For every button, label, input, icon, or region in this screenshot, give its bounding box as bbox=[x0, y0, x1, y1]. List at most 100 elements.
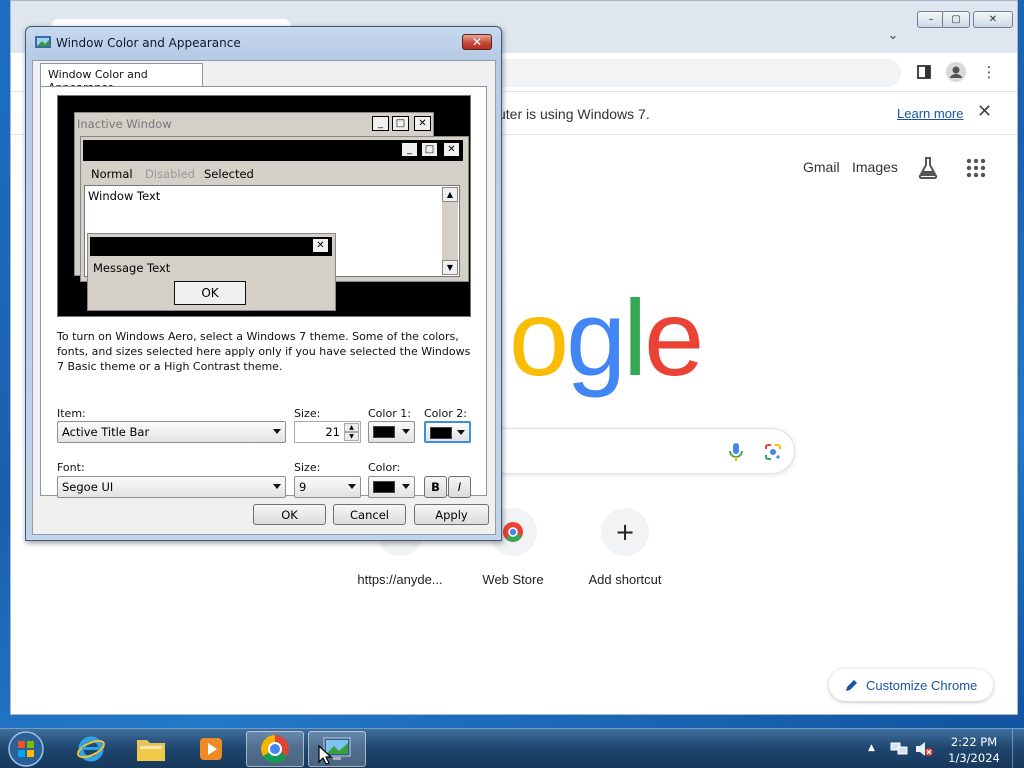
font-size-select[interactable]: 9 bbox=[294, 476, 361, 498]
maximize-icon: □ bbox=[392, 116, 409, 131]
font-label: Font: bbox=[57, 461, 85, 474]
taskbar-personalization[interactable] bbox=[308, 731, 366, 767]
dialog-body: Window Color and Appearance Inactive Win… bbox=[32, 60, 496, 535]
apply-button[interactable]: Apply bbox=[414, 504, 489, 525]
taskbar-clock[interactable]: 2:22 PM 1/3/2024 bbox=[944, 734, 1004, 766]
volume-muted-icon[interactable] bbox=[914, 741, 934, 757]
gmail-link[interactable]: Gmail bbox=[803, 159, 840, 175]
network-icon[interactable] bbox=[890, 741, 908, 757]
show-hidden-icons-icon[interactable]: ▲ bbox=[868, 743, 875, 753]
chevron-down-icon bbox=[457, 430, 465, 435]
add-shortcut-tile[interactable]: + bbox=[601, 508, 649, 556]
active-title-bar: _ □ ✕ bbox=[83, 140, 463, 161]
font-value: Segoe UI bbox=[62, 480, 114, 494]
shortcut-label[interactable]: Add shortcut bbox=[565, 572, 685, 587]
voice-search-icon[interactable] bbox=[727, 442, 745, 462]
color1-label: Color 1: bbox=[368, 407, 411, 420]
tab-window-color-appearance[interactable]: Window Color and Appearance bbox=[40, 63, 203, 94]
media-player-icon bbox=[200, 738, 222, 760]
preview-scrollbar: ▲ ▼ bbox=[442, 187, 458, 275]
customize-chrome-button[interactable]: Customize Chrome bbox=[829, 669, 993, 701]
shortcut-label[interactable]: Web Store bbox=[453, 572, 573, 587]
maximize-icon: □ bbox=[421, 142, 438, 157]
folder-icon bbox=[137, 740, 165, 761]
address-bar[interactable] bbox=[491, 59, 901, 87]
start-button[interactable] bbox=[5, 729, 47, 768]
inactive-title-bar: Inactive Window _ □ ✕ bbox=[75, 113, 433, 134]
apps-grid-icon[interactable] bbox=[966, 158, 986, 178]
close-icon: ✕ bbox=[471, 35, 483, 49]
color2-label: Color 2: bbox=[424, 407, 467, 420]
menu-disabled: Disabled bbox=[145, 167, 195, 181]
menu-kebab-icon[interactable]: ⋮ bbox=[979, 62, 999, 82]
window-color-appearance-dialog: Window Color and Appearance ✕ Window Col… bbox=[25, 26, 502, 541]
chrome-icon bbox=[261, 735, 289, 763]
show-desktop-button[interactable] bbox=[1012, 729, 1024, 768]
logo-letter: g bbox=[566, 277, 626, 398]
taskbar: ▲ 2:22 PM 1/3/2024 bbox=[0, 728, 1024, 768]
ok-button[interactable]: OK bbox=[253, 504, 326, 525]
clock-time: 2:22 PM bbox=[950, 735, 998, 749]
close-icon: ✕ bbox=[988, 14, 998, 25]
close-button[interactable]: ✕ bbox=[973, 11, 1013, 28]
window-text: Window Text bbox=[88, 189, 161, 203]
spin-up-icon[interactable]: ▲ bbox=[344, 423, 359, 432]
tab-panel: Inactive Window _ □ ✕ _ □ ✕ Normal Disab… bbox=[40, 86, 487, 498]
item-size-label: Size: bbox=[294, 407, 321, 420]
lens-camera-icon[interactable] bbox=[763, 442, 783, 462]
font-color-picker[interactable] bbox=[368, 476, 415, 498]
taskbar-chrome[interactable] bbox=[246, 731, 304, 767]
chevron-down-icon bbox=[273, 484, 281, 489]
infobar-message: uter is using Windows 7. bbox=[498, 106, 650, 122]
taskbar-media-player[interactable] bbox=[182, 731, 240, 767]
color1-picker[interactable] bbox=[368, 421, 415, 443]
font-color-swatch bbox=[373, 481, 395, 493]
plus-icon: + bbox=[614, 518, 636, 546]
images-link[interactable]: Images bbox=[852, 159, 898, 175]
windows-logo-icon bbox=[8, 731, 44, 767]
scroll-down-icon: ▼ bbox=[442, 260, 458, 275]
minimize-icon: – bbox=[928, 14, 934, 25]
webstore-icon bbox=[503, 522, 523, 542]
logo-letter: l bbox=[623, 277, 647, 398]
color2-swatch bbox=[430, 427, 452, 439]
dialog-close-button[interactable]: ✕ bbox=[462, 34, 492, 50]
item-select[interactable]: Active Title Bar bbox=[57, 421, 286, 443]
dialog-title: Window Color and Appearance bbox=[56, 36, 241, 50]
item-value: Active Title Bar bbox=[62, 425, 150, 439]
logo-letter: o bbox=[509, 277, 569, 398]
scroll-up-icon: ▲ bbox=[442, 187, 458, 202]
infobar-close-icon[interactable]: ✕ bbox=[977, 101, 992, 122]
color1-swatch bbox=[373, 426, 395, 438]
minimize-button[interactable]: – bbox=[917, 11, 945, 28]
clock-date: 1/3/2024 bbox=[948, 751, 1000, 765]
taskbar-ie[interactable] bbox=[62, 731, 120, 767]
profile-icon[interactable] bbox=[946, 62, 966, 82]
chevron-down-icon bbox=[273, 429, 281, 434]
learn-more-link[interactable]: Learn more bbox=[897, 106, 963, 121]
font-select[interactable]: Segoe UI bbox=[57, 476, 286, 498]
google-search-box[interactable] bbox=[491, 428, 795, 474]
inactive-title: Inactive Window bbox=[77, 117, 172, 131]
menu-normal: Normal bbox=[91, 167, 133, 181]
labs-flask-icon[interactable] bbox=[917, 156, 939, 180]
taskbar-explorer[interactable] bbox=[122, 731, 180, 767]
shortcut-label[interactable]: https://anyde... bbox=[340, 572, 460, 587]
chevron-down-icon bbox=[402, 484, 410, 489]
spin-down-icon[interactable]: ▼ bbox=[344, 432, 359, 441]
close-icon: ✕ bbox=[414, 116, 431, 131]
cancel-button[interactable]: Cancel bbox=[333, 504, 406, 525]
color2-picker[interactable] bbox=[424, 421, 471, 443]
maximize-button[interactable]: ▢ bbox=[942, 11, 970, 28]
maximize-icon: ▢ bbox=[951, 14, 961, 25]
item-size-value: 21 bbox=[325, 425, 340, 439]
font-color-label: Color: bbox=[368, 461, 401, 474]
item-size-spinner[interactable]: 21 ▲ ▼ bbox=[294, 421, 361, 443]
bold-button[interactable]: B bbox=[424, 476, 447, 498]
chevron-down-icon bbox=[348, 484, 356, 489]
italic-button[interactable]: I bbox=[448, 476, 471, 498]
tab-search-icon[interactable]: ⌄ bbox=[883, 25, 903, 45]
side-panel-icon[interactable] bbox=[914, 62, 934, 82]
preview-ok-button: OK bbox=[174, 281, 246, 305]
font-size-label: Size: bbox=[294, 461, 321, 474]
